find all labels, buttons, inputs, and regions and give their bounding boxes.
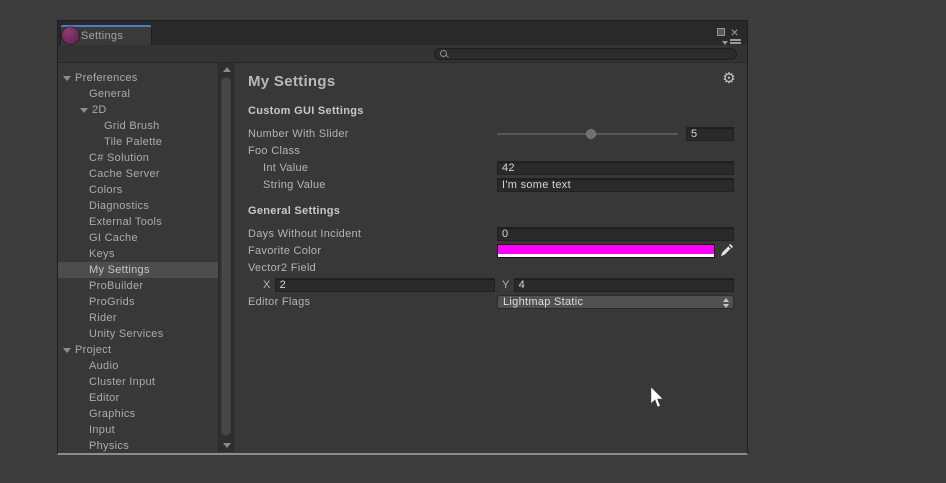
sidebar-item-probuilder[interactable]: ProBuilder [58,278,218,294]
days-without-incident-row: Days Without Incident 0 [248,225,734,242]
sidebar-item-rider[interactable]: Rider [58,310,218,326]
scrollbar-thumb[interactable] [221,77,231,436]
sidebar-item-2d[interactable]: 2D [58,102,218,118]
vector2-xy-row: X 2 Y 4 [248,276,734,293]
favorite-color-row: Favorite Color [248,242,734,259]
sidebar-item-colors[interactable]: Colors [58,182,218,198]
x-axis-label: X [263,279,271,291]
int-value-label: Int Value [248,162,497,174]
sidebar-item-physics[interactable]: Physics [58,438,218,452]
sidebar-item-progrids[interactable]: ProGrids [58,294,218,310]
favorite-color-label: Favorite Color [248,245,497,257]
string-value-field[interactable]: I'm some text [497,178,734,192]
custom-gui-section-header: Custom GUI Settings [248,105,734,119]
sidebar-item-general[interactable]: General [58,86,218,102]
editor-flags-row: Editor Flags Lightmap Static [248,293,734,310]
editor-flags-dropdown[interactable]: Lightmap Static [497,295,734,309]
page-title: My Settings [248,73,734,91]
color-swatch-alpha-bar [498,254,714,257]
search-box[interactable] [434,48,737,60]
close-icon[interactable]: × [731,27,739,37]
tab-title: Settings [81,30,123,42]
sidebar-item-grid-brush[interactable]: Grid Brush [58,118,218,134]
slider-value-field[interactable]: 5 [686,127,734,141]
gear-icon[interactable]: ⚙ [722,69,736,87]
sidebar-item-keys[interactable]: Keys [58,246,218,262]
vector2-field-row: Vector2 Field [248,259,734,276]
foldout-triangle-icon[interactable] [63,348,71,353]
scroll-down-icon[interactable] [223,443,231,448]
vector2-x-field[interactable]: 2 [275,278,495,292]
sidebar-item-audio[interactable]: Audio [58,358,218,374]
sidebar-item-tile-palette[interactable]: Tile Palette [58,134,218,150]
scroll-up-icon[interactable] [223,67,231,72]
dropdown-stepper-icon [723,298,729,308]
sidebar-item-graphics[interactable]: Graphics [58,406,218,422]
foldout-triangle-icon[interactable] [80,108,88,113]
sidebar-item-my-settings[interactable]: My Settings [58,262,218,278]
toolbar [58,45,747,63]
days-field[interactable]: 0 [497,227,734,241]
sidebar-item-input[interactable]: Input [58,422,218,438]
sidebar: Preferences General 2D Grid Brush Tile P… [58,63,234,452]
slider-thumb[interactable] [586,129,596,139]
search-input[interactable] [449,49,736,59]
eyedropper-icon[interactable] [718,243,734,259]
foo-class-label: Foo Class [248,145,497,157]
purple-dot-icon [62,27,79,44]
string-value-label: String Value [248,179,497,191]
foldout-triangle-icon[interactable] [63,76,71,81]
sidebar-item-csharp-solution[interactable]: C# Solution [58,150,218,166]
sidebar-item-unity-services[interactable]: Unity Services [58,326,218,342]
y-axis-label: Y [502,279,510,291]
sidebar-item-cache-server[interactable]: Cache Server [58,166,218,182]
sidebar-item-project[interactable]: Project [58,342,218,358]
general-section-header: General Settings [248,205,734,219]
days-label: Days Without Incident [248,228,497,240]
sidebar-item-external-tools[interactable]: External Tools [58,214,218,230]
sidebar-item-cluster-input[interactable]: Cluster Input [58,374,218,390]
number-with-slider-row: Number With Slider 5 [248,125,734,142]
settings-tree: Preferences General 2D Grid Brush Tile P… [58,63,218,452]
editor-flags-label: Editor Flags [248,296,497,308]
tab-bar: ⚙ Settings × [58,21,747,45]
sidebar-item-gi-cache[interactable]: GI Cache [58,230,218,246]
search-icon [440,50,449,59]
color-swatch-fill [498,245,714,254]
sidebar-item-preferences[interactable]: Preferences [58,70,218,86]
sidebar-item-diagnostics[interactable]: Diagnostics [58,198,218,214]
foo-class-row: Foo Class [248,142,734,159]
color-swatch[interactable] [497,244,715,258]
settings-window: ⚙ Settings × Preferences General 2D Grid… [57,20,748,455]
vector2-y-field[interactable]: 4 [514,278,734,292]
sidebar-scrollbar[interactable] [218,63,233,452]
slider-label: Number With Slider [248,128,497,140]
settings-panel: My Settings ⚙ Custom GUI Settings Number… [234,63,747,452]
sidebar-item-editor[interactable]: Editor [58,390,218,406]
int-value-row: Int Value 42 [248,159,734,176]
number-slider[interactable] [497,127,678,141]
vector2-label: Vector2 Field [248,262,497,274]
string-value-row: String Value I'm some text [248,176,734,193]
int-value-field[interactable]: 42 [497,161,734,175]
maximize-icon[interactable] [717,28,725,36]
